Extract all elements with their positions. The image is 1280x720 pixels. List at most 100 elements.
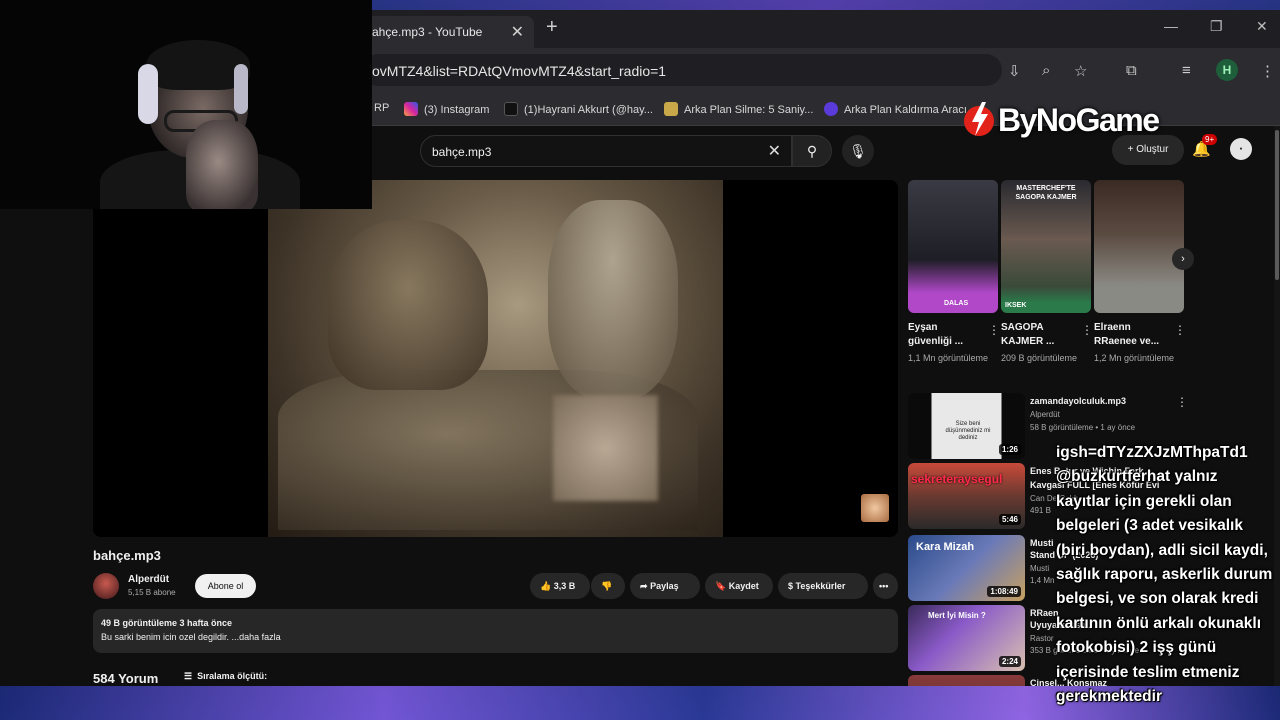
video-player[interactable] <box>93 180 898 537</box>
bookmark-tiktok[interactable]: (1)Hayrani Akkurt (@hay... <box>504 102 653 116</box>
thumbs-up-icon: 👍 <box>540 581 552 591</box>
dislike-button[interactable]: 👎 <box>591 573 625 599</box>
scrollbar-thumb[interactable] <box>1275 130 1279 280</box>
bookmark-label: RP <box>374 102 390 114</box>
install-app-icon[interactable]: ⇩ <box>1008 62 1021 80</box>
shelf-views: 209 B görüntüleme <box>1001 353 1078 363</box>
censor-blur <box>553 395 658 501</box>
search-input[interactable]: bahçe.mp3 ✕ <box>420 135 792 167</box>
video-duration: 2:24 <box>998 656 1021 667</box>
bookmark-arka-plan-kaldirma[interactable]: Arka Plan Kaldırma Aracı... <box>824 102 976 116</box>
shelf-thumbnail: MASTERCHEF'TE SAGOPA KAJMER IKSEK <box>1001 180 1091 313</box>
restore-icon[interactable]: ❐ <box>1210 18 1223 35</box>
bookmark-star-icon[interactable]: ☆ <box>1074 62 1087 80</box>
shelf-title: Elraenn RRaenee ve... <box>1094 322 1160 347</box>
thumbnail-caption: MASTERCHEF'TE SAGOPA KAJMER <box>1015 185 1077 201</box>
message-line: belgeleri (3 adet vesikalık <box>1056 517 1243 535</box>
related-channel: Rastor <box>1030 634 1054 643</box>
more-vertical-icon[interactable]: ⋮ <box>1176 395 1188 409</box>
message-line: kartının önlü arkalı okunaklı <box>1056 614 1261 632</box>
menu-kebab-icon[interactable]: ⋮ <box>1260 62 1275 80</box>
stream-canvas: ahçe.mp3 - YouTube ✕ + — ❐ ✕ ovMTZ4&list… <box>0 0 1280 720</box>
thumbnail-subcaption: IKSEK <box>1005 302 1027 309</box>
letter-r-icon <box>824 102 838 116</box>
minimize-icon[interactable]: — <box>1164 18 1178 34</box>
search-button[interactable]: ⚲ <box>792 135 832 167</box>
voice-search-button[interactable]: 🎙 <box>842 135 874 167</box>
new-tab-icon[interactable]: + <box>546 16 558 39</box>
zoom-icon[interactable]: ⌕ <box>1042 62 1050 79</box>
shelf-views: 1,2 Mn görüntüleme <box>1094 353 1175 363</box>
close-icon[interactable]: ✕ <box>511 22 524 42</box>
shelf-views: 1,1 Mn görüntüleme <box>908 353 989 363</box>
url-text[interactable]: ovMTZ4&list=RDAtQVmovMTZ4&start_radio=1 <box>372 63 666 79</box>
sort-comments-button[interactable]: ☰ Sıralama ölçütü: <box>184 671 267 682</box>
thumbnail-caption: Kara Mizah <box>916 541 975 553</box>
shelf-thumbnail: DALAS <box>908 180 998 313</box>
background-glow-top <box>370 0 1280 10</box>
thanks-button[interactable]: $ Teşekkürler <box>778 573 868 599</box>
sort-icon: ☰ <box>184 671 193 681</box>
window-close-icon[interactable]: ✕ <box>1256 18 1268 35</box>
share-label: Paylaş <box>650 581 679 591</box>
red-overlay-text: sekreteraysegul <box>911 472 1003 486</box>
bookmark-rp[interactable]: RP <box>374 102 389 114</box>
webcam-hand <box>186 120 258 209</box>
graduation-cap-icon <box>664 102 678 116</box>
more-vertical-icon[interactable]: ⋮ <box>988 323 1000 337</box>
channel-watermark[interactable] <box>861 494 889 522</box>
bookmark-instagram[interactable]: (3) Instagram <box>404 102 489 116</box>
like-button[interactable]: 👍 3,3 B <box>530 573 590 599</box>
bookmark-arka-plan-silme[interactable]: Arka Plan Silme: 5 Saniy... <box>664 102 813 116</box>
more-vertical-icon[interactable]: ⋮ <box>1174 323 1186 337</box>
share-icon: ➦ <box>640 581 648 591</box>
save-icon: 🔖 <box>715 581 727 591</box>
message-line: @buzkurtferhat yalnız <box>1056 468 1218 486</box>
create-label: Oluştur <box>1136 144 1169 155</box>
more-vertical-icon[interactable]: ⋮ <box>1081 323 1093 337</box>
more-actions-button[interactable]: ••• <box>873 573 898 599</box>
shelf-item[interactable]: Elraenn RRaenee ve... 1,2 Mn görüntüleme… <box>1094 180 1186 364</box>
thanks-label: Teşekkürler <box>795 581 846 591</box>
message-line: sağlık raporu, askerlik durum <box>1056 566 1273 584</box>
related-thumbnail <box>908 675 1025 686</box>
related-title: zamandayolculuk.mp3 <box>1030 396 1127 406</box>
profile-avatar[interactable]: H <box>1216 59 1238 81</box>
bookmark-label: Arka Plan Kaldırma Aracı... <box>844 104 977 116</box>
share-button[interactable]: ➦ Paylaş <box>630 573 700 599</box>
chevron-right-icon[interactable]: › <box>1172 248 1194 270</box>
more-horizontal-icon: ••• <box>879 581 889 591</box>
bookmark-label: Arka Plan Silme: 5 Saniy... <box>684 104 814 116</box>
message-line: kayıtlar için gerekli olan <box>1056 492 1232 510</box>
shelf-item[interactable]: DALAS Eyşan güvenliği ... 1,1 Mn görüntü… <box>908 180 1000 364</box>
view-stats: 49 B görüntüleme 3 hafta önce <box>101 618 233 628</box>
search-value: bahçe.mp3 <box>432 145 492 159</box>
channel-avatar[interactable] <box>93 573 119 599</box>
message-line: (biri boydan), adli sicil kaydi, <box>1056 541 1268 559</box>
headset-earcup <box>234 64 248 114</box>
clear-search-icon[interactable]: ✕ <box>768 141 781 161</box>
thumbnail-caption: DALAS <box>944 300 969 307</box>
comment-count: 584 Yorum <box>93 671 159 686</box>
related-thumbnail: Size beni düşünmediniz mi dediniz 1:26 <box>908 393 1025 459</box>
logo-wordmark: ByNoGame <box>998 102 1160 138</box>
subscribe-button[interactable]: Abone ol <box>195 574 256 598</box>
omnibox[interactable]: ovMTZ4&list=RDAtQVmovMTZ4&start_radio=1 <box>362 54 1002 86</box>
media-control-icon[interactable]: ≡ <box>1182 62 1191 79</box>
subscriber-count: 5,15 B abone <box>128 588 176 597</box>
related-channel: Musti <box>1030 564 1050 573</box>
tab-title: ahçe.mp3 - YouTube <box>372 25 483 39</box>
shelf-item[interactable]: MASTERCHEF'TE SAGOPA KAJMER IKSEK SAGOPA… <box>1001 180 1093 364</box>
webcam-overlay <box>0 0 372 209</box>
description-box[interactable]: 49 B görüntüleme 3 hafta önce Bu sarki b… <box>93 609 898 653</box>
thumbnail-caption: Size beni düşünmediniz mi dediniz <box>945 421 991 441</box>
related-thumbnail: Kara Mizah 1:08:49 <box>908 535 1025 601</box>
channel-name[interactable]: Alperdüt <box>128 574 169 585</box>
shelf-thumbnail <box>1094 180 1184 313</box>
video-duration: 5:46 <box>998 514 1021 525</box>
account-avatar[interactable]: ● <box>1230 138 1252 160</box>
bookmark-label: (1)Hayrani Akkurt (@hay... <box>524 104 653 116</box>
extensions-icon[interactable]: ⧉ <box>1126 62 1137 79</box>
save-button[interactable]: 🔖 Kaydet <box>705 573 773 599</box>
tab-youtube[interactable]: ahçe.mp3 - YouTube ✕ <box>362 16 534 48</box>
